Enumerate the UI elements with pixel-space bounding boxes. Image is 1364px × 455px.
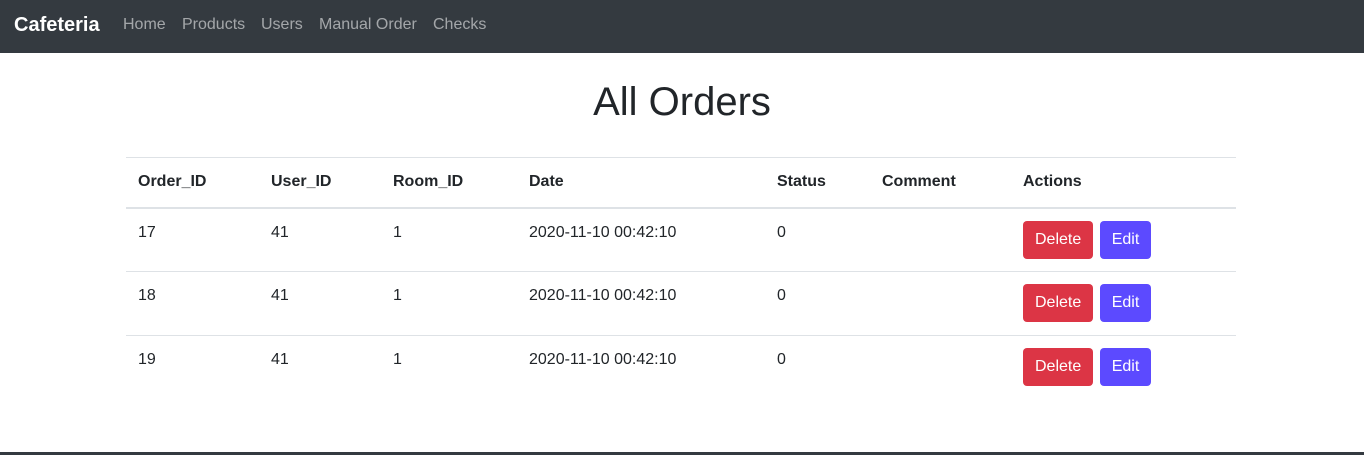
edit-button[interactable]: Edit — [1099, 220, 1152, 259]
column-header-user-id: User_ID — [271, 173, 332, 190]
cell-actions: Delete Edit — [1011, 336, 1236, 400]
delete-button[interactable]: Delete — [1023, 284, 1094, 322]
cell-date: 2020-11-10 00:42:10 — [529, 351, 677, 368]
brand-link[interactable]: Cafeteria — [14, 13, 100, 37]
table-header-row: Order_ID User_ID Room_ID Date Status Com… — [126, 157, 1236, 208]
cell-status: 0 — [777, 287, 786, 304]
column-header-order-id: Order_ID — [138, 173, 207, 190]
cell-order-id: 19 — [138, 351, 156, 368]
cell-status: 0 — [777, 351, 786, 368]
nav-link-products[interactable]: Products — [182, 15, 245, 34]
cell-date: 2020-11-10 00:42:10 — [529, 223, 677, 241]
cell-user-id: 41 — [271, 223, 289, 241]
cell-status: 0 — [777, 223, 786, 241]
cell-user-id: 41 — [271, 351, 289, 368]
column-header-date: Date — [529, 173, 564, 190]
cell-actions: Delete Edit — [1011, 272, 1236, 336]
nav-link-checks[interactable]: Checks — [433, 15, 486, 34]
page-title: All Orders — [593, 80, 771, 124]
column-header-actions: Actions — [1023, 173, 1082, 190]
cell-order-id: 17 — [138, 223, 156, 241]
column-header-room-id: Room_ID — [393, 173, 464, 190]
navbar: Cafeteria Home Products Users Manual Ord… — [0, 0, 1364, 53]
cell-room-id: 1 — [393, 351, 402, 368]
cell-comment — [870, 272, 1011, 336]
cell-actions: Delete Edit — [1011, 208, 1236, 272]
delete-button[interactable]: Delete — [1023, 348, 1094, 386]
nav-link-home[interactable]: Home — [123, 15, 166, 34]
delete-button[interactable]: Delete — [1023, 220, 1094, 259]
edit-button[interactable]: Edit — [1099, 284, 1152, 322]
cell-room-id: 1 — [393, 223, 402, 241]
cell-comment — [870, 208, 1011, 272]
cell-room-id: 1 — [393, 287, 402, 304]
column-header-comment: Comment — [882, 173, 956, 190]
cell-comment — [870, 336, 1011, 400]
nav-link-users[interactable]: Users — [261, 15, 303, 34]
cell-date: 2020-11-10 00:42:10 — [529, 287, 677, 304]
orders-table: Order_ID User_ID Room_ID Date Status Com… — [126, 157, 1236, 400]
cell-user-id: 41 — [271, 287, 289, 304]
nav-link-manual-order[interactable]: Manual Order — [319, 15, 417, 34]
table-row: 19 41 1 2020-11-10 00:42:10 0 Delete Edi… — [126, 336, 1236, 400]
column-header-status: Status — [777, 173, 826, 190]
table-row: 18 41 1 2020-11-10 00:42:10 0 Delete Edi… — [126, 272, 1236, 336]
cell-order-id: 18 — [138, 287, 156, 304]
table-row: 17 41 1 2020-11-10 00:42:10 0 Delete Edi… — [126, 208, 1236, 272]
edit-button[interactable]: Edit — [1099, 348, 1152, 386]
